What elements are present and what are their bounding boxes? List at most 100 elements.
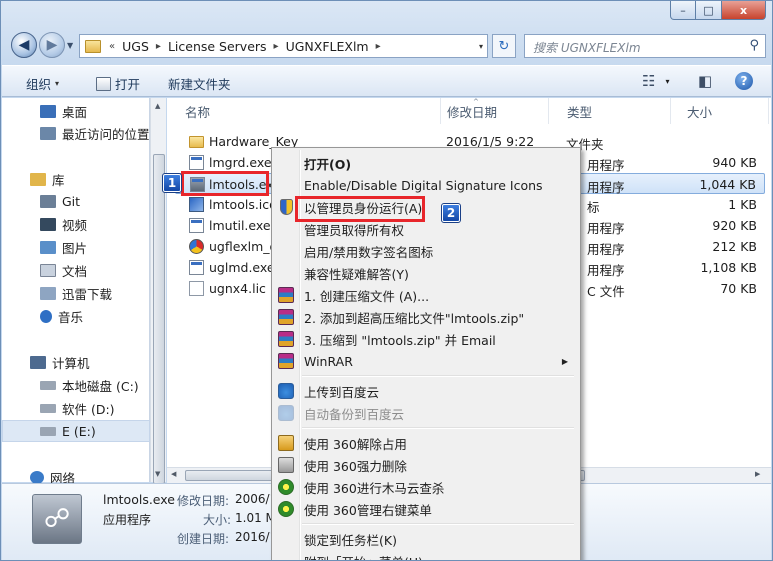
forward-button[interactable]: ▶ [39, 32, 65, 58]
uac-shield-icon [280, 199, 293, 215]
menu-item-360-trojan-scan[interactable]: 使用 360进行木马云查杀 [274, 476, 578, 498]
open-icon [96, 76, 111, 91]
column-header-type[interactable]: 类型 [549, 98, 671, 124]
caption-buttons: – □ x [670, 1, 766, 20]
menu-label: 兼容性疑难解答(Y) [304, 266, 409, 282]
file-name: lmgrd.exe [209, 155, 272, 170]
menu-item-winrar[interactable]: WinRAR ▶ [274, 350, 578, 372]
minimize-button[interactable]: – [670, 1, 696, 20]
menu-item-create-archive[interactable]: 1. 创建压缩文件 (A)... [274, 284, 578, 306]
menu-item-360-shred[interactable]: 使用 360强力删除 [274, 454, 578, 476]
breadcrumb-separator[interactable]: ▸ [374, 41, 383, 52]
refresh-button[interactable]: ↻ [492, 34, 516, 58]
nav-label: 最近访问的位置 [62, 126, 150, 142]
new-folder-button[interactable]: 新建文件夹 [168, 74, 231, 93]
file-name: lmtools.ico [209, 197, 277, 212]
maximize-button[interactable]: □ [696, 1, 722, 20]
nav-item-desktop[interactable]: 桌面 [2, 100, 150, 122]
close-button[interactable]: x [722, 1, 766, 20]
address-dropdown[interactable]: ▾ [479, 42, 483, 51]
address-bar[interactable]: « UGS ▸ License Servers ▸ UGNXFLEXlm ▸ ▾ [79, 34, 488, 58]
nav-item-libraries[interactable]: 库 [2, 168, 150, 190]
folder-icon [85, 39, 101, 53]
menu-label: WinRAR [304, 353, 353, 369]
menu-item-signature-icons[interactable]: Enable/Disable Digital Signature Icons [274, 174, 578, 196]
menu-label: Enable/Disable Digital Signature Icons [304, 177, 543, 193]
menu-item-toggle-signature[interactable]: 启用/禁用数字签名图标 [274, 240, 578, 262]
column-header-modified[interactable]: 修改日期 [429, 98, 549, 124]
nav-item-thunder[interactable]: 迅雷下载 [2, 282, 150, 304]
preview-pane-button[interactable]: ◧ [698, 72, 712, 90]
breadcrumb-ugnxflexlm[interactable]: UGNXFLEXlm [281, 39, 374, 54]
search-icon[interactable]: ⚲ [749, 38, 759, 53]
nav-item-music[interactable]: 音乐 [2, 305, 150, 327]
nav-item-drive-d[interactable]: 软件 (D:) [2, 397, 150, 419]
recent-pages-dropdown[interactable]: ▼ [67, 41, 73, 50]
nav-item-computer[interactable]: 计算机 [2, 351, 150, 373]
nav-item-drive-e[interactable]: E (E:) [2, 420, 150, 442]
nav-item-videos[interactable]: 视频 [2, 213, 150, 235]
exe-file-icon [189, 260, 204, 275]
nav-label: 库 [52, 172, 65, 188]
breadcrumb-ugs[interactable]: UGS [117, 39, 154, 54]
breadcrumb-license-servers[interactable]: License Servers [163, 39, 272, 54]
libraries-icon [30, 172, 46, 186]
new-folder-label: 新建文件夹 [168, 77, 231, 92]
change-view-button[interactable]: ☷ ▾ [642, 72, 669, 90]
menu-item-compat-troubleshoot[interactable]: 兼容性疑难解答(Y) [274, 262, 578, 284]
360-shred-icon [278, 457, 294, 473]
file-type: 用程序 [587, 263, 625, 278]
column-header-size[interactable]: 大小 [669, 98, 769, 124]
scroll-up-arrow[interactable]: ▲ [155, 102, 160, 110]
menu-item-pin-taskbar[interactable]: 锁定到任务栏(K) [274, 528, 578, 550]
menu-item-upload-baidu[interactable]: 上传到百度云 [274, 380, 578, 402]
menu-item-auto-backup-baidu[interactable]: 自动备份到百度云 [274, 402, 578, 424]
file-size: 940 KB [712, 155, 757, 170]
menu-item-add-to-zip[interactable]: 2. 添加到超高压缩比文件"lmtools.zip" [274, 306, 578, 328]
help-button[interactable]: ? [735, 72, 753, 90]
menu-item-pin-start[interactable]: 附到「开始」菜单(U) [274, 550, 578, 561]
menu-item-zip-and-email[interactable]: 3. 压缩到 "lmtools.zip" 并 Email [274, 328, 578, 350]
menu-separator [302, 523, 574, 525]
scroll-thumb[interactable] [153, 154, 165, 484]
winrar-icon [278, 287, 294, 303]
help-icon: ? [735, 72, 753, 90]
menu-item-360-unlock[interactable]: 使用 360解除占用 [274, 432, 578, 454]
column-header-name[interactable]: 名称 [167, 98, 441, 124]
exe-file-icon [189, 155, 204, 170]
file-size: 1,108 KB [700, 260, 757, 275]
menu-label: 1. 创建压缩文件 (A)... [304, 288, 430, 304]
nav-item-recent[interactable]: 最近访问的位置 [2, 122, 150, 144]
git-library-icon [40, 194, 56, 208]
nav-scrollbar[interactable]: ▲ ▼ [150, 98, 166, 484]
music-icon [40, 309, 52, 323]
scroll-down-arrow[interactable]: ▼ [155, 470, 160, 478]
nav-item-documents[interactable]: 文档 [2, 259, 150, 281]
nav-label: 图片 [62, 240, 88, 256]
menu-label: 使用 360解除占用 [304, 436, 407, 452]
drive-e-icon [40, 426, 56, 436]
menu-item-360-manage-menu[interactable]: 使用 360管理右键菜单 [274, 498, 578, 520]
open-button[interactable]: 打开 [96, 74, 140, 93]
breadcrumb-separator[interactable]: ▸ [154, 41, 163, 52]
nav-item-git[interactable]: Git [2, 190, 150, 212]
scroll-left-arrow[interactable]: ◀ [171, 470, 176, 478]
menu-item-open[interactable]: 打开(O) [274, 152, 578, 174]
back-button[interactable]: ◀ [11, 32, 37, 58]
file-size: 920 KB [712, 218, 757, 233]
baidu-cloud-icon [278, 405, 294, 421]
organize-button[interactable]: 组织 ▾ [26, 74, 59, 93]
submenu-arrow-icon: ▶ [561, 356, 568, 366]
scroll-right-arrow[interactable]: ▶ [755, 470, 760, 478]
search-input[interactable]: 搜索 UGNXFLEXlm ⚲ [524, 34, 766, 58]
overflow-chevron[interactable]: « [107, 41, 117, 52]
nav-label: E (E:) [62, 423, 96, 439]
file-size: 1 KB [728, 197, 757, 212]
360-scan-icon [278, 501, 294, 517]
nav-item-drive-c[interactable]: 本地磁盘 (C:) [2, 374, 150, 396]
file-type: C 文件 [587, 284, 625, 299]
navigation-pane: 桌面 最近访问的位置 库 Git 视频 图片 文档 迅雷下载 音乐 计算机 本地… [2, 98, 150, 486]
nav-item-pictures[interactable]: 图片 [2, 236, 150, 258]
lmtools-large-icon: ☍ [32, 494, 82, 544]
breadcrumb-separator[interactable]: ▸ [272, 41, 281, 52]
